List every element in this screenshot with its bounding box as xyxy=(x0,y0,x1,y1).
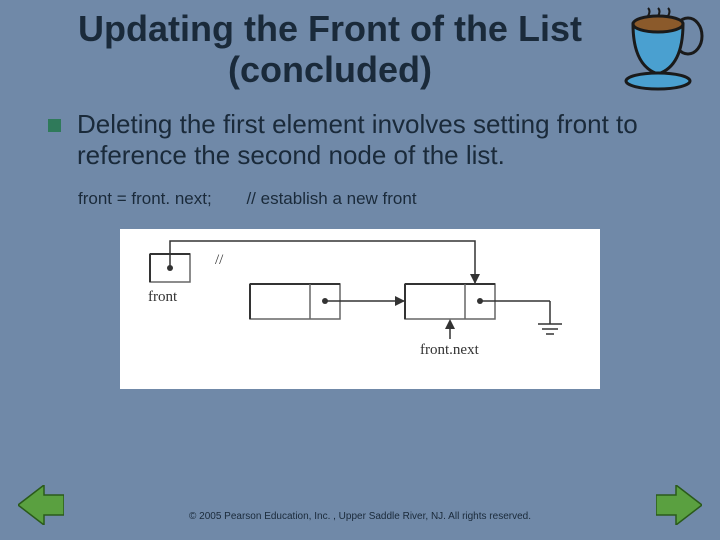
code-line: front = front. next; // establish a new … xyxy=(0,171,720,209)
diagram-front-next-label: front.next xyxy=(420,342,480,358)
diagram-front-label: front xyxy=(148,289,178,305)
bullet-text: Deleting the first element involves sett… xyxy=(77,109,670,171)
nav-next-button[interactable] xyxy=(656,485,702,530)
copyright-text: © 2005 Pearson Education, Inc. , Upper S… xyxy=(0,511,720,522)
nav-prev-button[interactable] xyxy=(18,485,64,530)
bullet-marker-icon xyxy=(48,119,61,132)
code-statement: front = front. next; xyxy=(78,189,212,208)
diagram-crossed-text: // xyxy=(215,252,224,268)
linked-list-diagram: // front front.next xyxy=(120,229,600,389)
coffee-cup-icon xyxy=(618,6,708,91)
code-comment: // establish a new front xyxy=(246,189,416,208)
bullet-item: Deleting the first element involves sett… xyxy=(0,91,720,171)
slide-title: Updating the Front of the List (conclude… xyxy=(0,0,720,91)
